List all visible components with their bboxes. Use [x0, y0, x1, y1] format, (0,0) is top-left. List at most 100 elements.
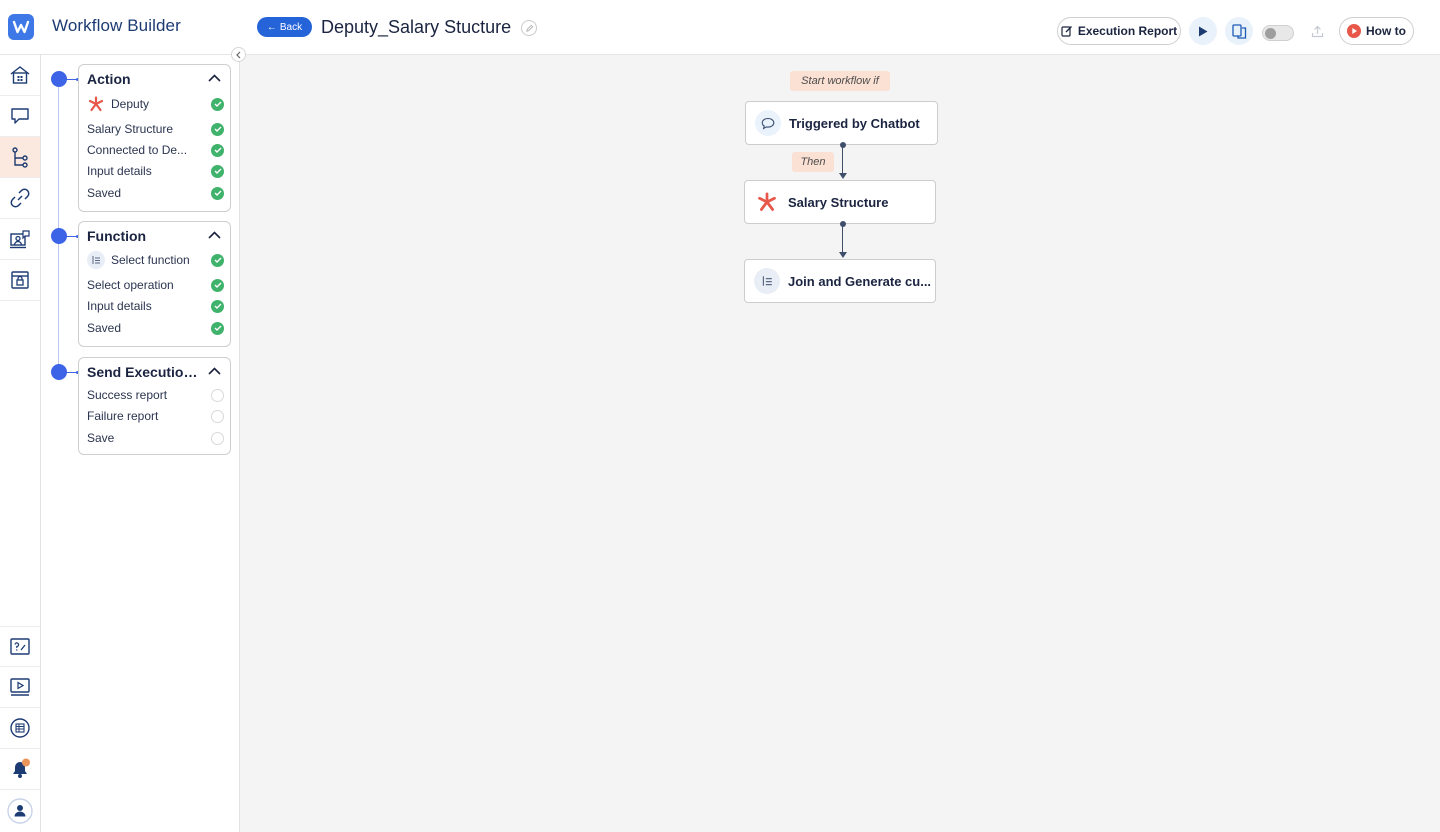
step-app-label: Deputy	[111, 97, 150, 111]
connector-line	[842, 146, 843, 173]
nav-home[interactable]	[0, 55, 40, 96]
steps-timeline	[58, 78, 59, 372]
step-card-execution-report[interactable]: Send Execution R... Success report Failu…	[78, 357, 231, 455]
step-item-label: Input details	[87, 164, 152, 178]
workflow-name: Deputy_Salary Stucture	[321, 17, 512, 37]
play-icon	[1199, 26, 1208, 36]
step-item[interactable]: Saved	[87, 183, 224, 203]
step-item-label: Failure report	[87, 409, 159, 423]
deputy-icon	[87, 95, 105, 113]
step-item-label: Saved	[87, 186, 122, 200]
check-icon	[211, 164, 224, 178]
step-connector	[66, 235, 79, 238]
step-item-label: Input details	[87, 299, 152, 313]
step-title: Function	[87, 228, 147, 244]
pending-icon	[211, 388, 224, 402]
connector-dot	[840, 221, 846, 227]
step-item-label: Saved	[87, 321, 122, 335]
link-icon	[10, 188, 30, 208]
execution-report-button[interactable]: Execution Report	[1057, 17, 1181, 45]
step-app-label: Select function	[111, 253, 190, 267]
publish-button[interactable]	[1303, 17, 1331, 45]
nav-docs[interactable]	[0, 708, 40, 749]
nav-workflow[interactable]	[0, 137, 40, 178]
step-item[interactable]: Success report	[87, 385, 224, 405]
nav-help[interactable]	[0, 626, 40, 667]
deputy-icon	[754, 189, 780, 215]
check-icon	[211, 143, 224, 157]
back-button[interactable]: ← Back	[257, 17, 312, 37]
start-workflow-tag: Start workflow if	[790, 71, 890, 91]
arrow-left-icon: ←	[266, 21, 277, 33]
agent-icon	[10, 230, 30, 249]
check-icon	[211, 321, 224, 335]
chevron-up-icon[interactable]	[208, 74, 221, 82]
action-node[interactable]: Salary Structure	[744, 180, 936, 224]
edit-name-icon[interactable]	[521, 20, 537, 36]
check-icon	[211, 278, 224, 292]
workflow-active-toggle[interactable]	[1262, 25, 1294, 41]
nav-integrations[interactable]	[0, 178, 40, 219]
step-connector	[66, 371, 79, 374]
execution-report-label: Execution Report	[1077, 24, 1178, 38]
chat-icon	[11, 108, 29, 124]
node-label: Triggered by Chatbot	[789, 115, 920, 131]
node-label: Salary Structure	[788, 194, 889, 210]
nav-store[interactable]	[0, 260, 40, 301]
arrow-down-icon	[839, 252, 847, 258]
nav-notifications[interactable]	[0, 749, 40, 790]
step-item[interactable]: Input details	[87, 296, 224, 316]
nav-agents[interactable]	[0, 219, 40, 260]
preview-button[interactable]	[1225, 17, 1253, 45]
docs-icon	[10, 718, 30, 738]
pending-icon	[211, 431, 224, 445]
back-label: Back	[279, 21, 303, 33]
step-item[interactable]: Salary Structure	[87, 119, 224, 139]
step-item[interactable]: Saved	[87, 318, 224, 338]
trigger-node[interactable]: Triggered by Chatbot	[745, 101, 938, 145]
step-dot-function	[51, 228, 67, 244]
workflow-icon	[12, 147, 28, 168]
step-item[interactable]: Failure report	[87, 406, 224, 426]
play-circle-icon	[1347, 24, 1361, 38]
check-icon	[211, 186, 224, 200]
app-logo-icon[interactable]	[8, 14, 34, 40]
step-item-label: Select operation	[87, 278, 174, 292]
step-item-label: Save	[87, 431, 115, 445]
document-swap-icon	[1231, 23, 1246, 39]
step-app-row[interactable]: Select function	[87, 250, 224, 270]
bell-icon	[13, 758, 30, 778]
step-card-function[interactable]: Function Select function Select operatio…	[78, 221, 231, 347]
user-icon	[7, 797, 33, 824]
step-title: Send Execution R...	[87, 364, 205, 380]
step-connector	[66, 78, 79, 81]
toggle-knob	[1265, 28, 1276, 39]
store-icon	[11, 271, 29, 289]
connector-line	[842, 225, 843, 252]
how-to-button[interactable]: How to	[1339, 17, 1414, 45]
chevron-left-icon	[236, 51, 241, 58]
step-card-action[interactable]: Action Deputy Salary Structure Connected…	[78, 64, 231, 212]
chat-bubble-icon	[755, 110, 781, 136]
run-workflow-button[interactable]	[1189, 17, 1217, 45]
nav-chat[interactable]	[0, 96, 40, 137]
step-item[interactable]: Connected to De...	[87, 140, 224, 160]
chevron-up-icon[interactable]	[208, 231, 221, 239]
video-icon	[10, 678, 30, 696]
workflow-canvas[interactable]	[240, 55, 1440, 832]
step-item[interactable]: Select operation	[87, 275, 224, 295]
step-item[interactable]: Input details	[87, 161, 224, 181]
step-item[interactable]: Save	[87, 428, 224, 448]
pending-icon	[211, 409, 224, 423]
nav-tutorials[interactable]	[0, 667, 40, 708]
step-app-row[interactable]: Deputy	[87, 94, 224, 114]
home-icon	[10, 66, 30, 84]
step-dot-report	[51, 364, 67, 380]
left-nav	[0, 55, 41, 832]
step-item-label: Salary Structure	[87, 122, 174, 136]
chevron-up-icon[interactable]	[208, 367, 221, 375]
nav-profile[interactable]	[0, 790, 40, 831]
arrow-down-icon	[839, 173, 847, 179]
collapse-panel-button[interactable]	[231, 47, 246, 62]
function-node[interactable]: Join and Generate cu...	[744, 259, 936, 303]
